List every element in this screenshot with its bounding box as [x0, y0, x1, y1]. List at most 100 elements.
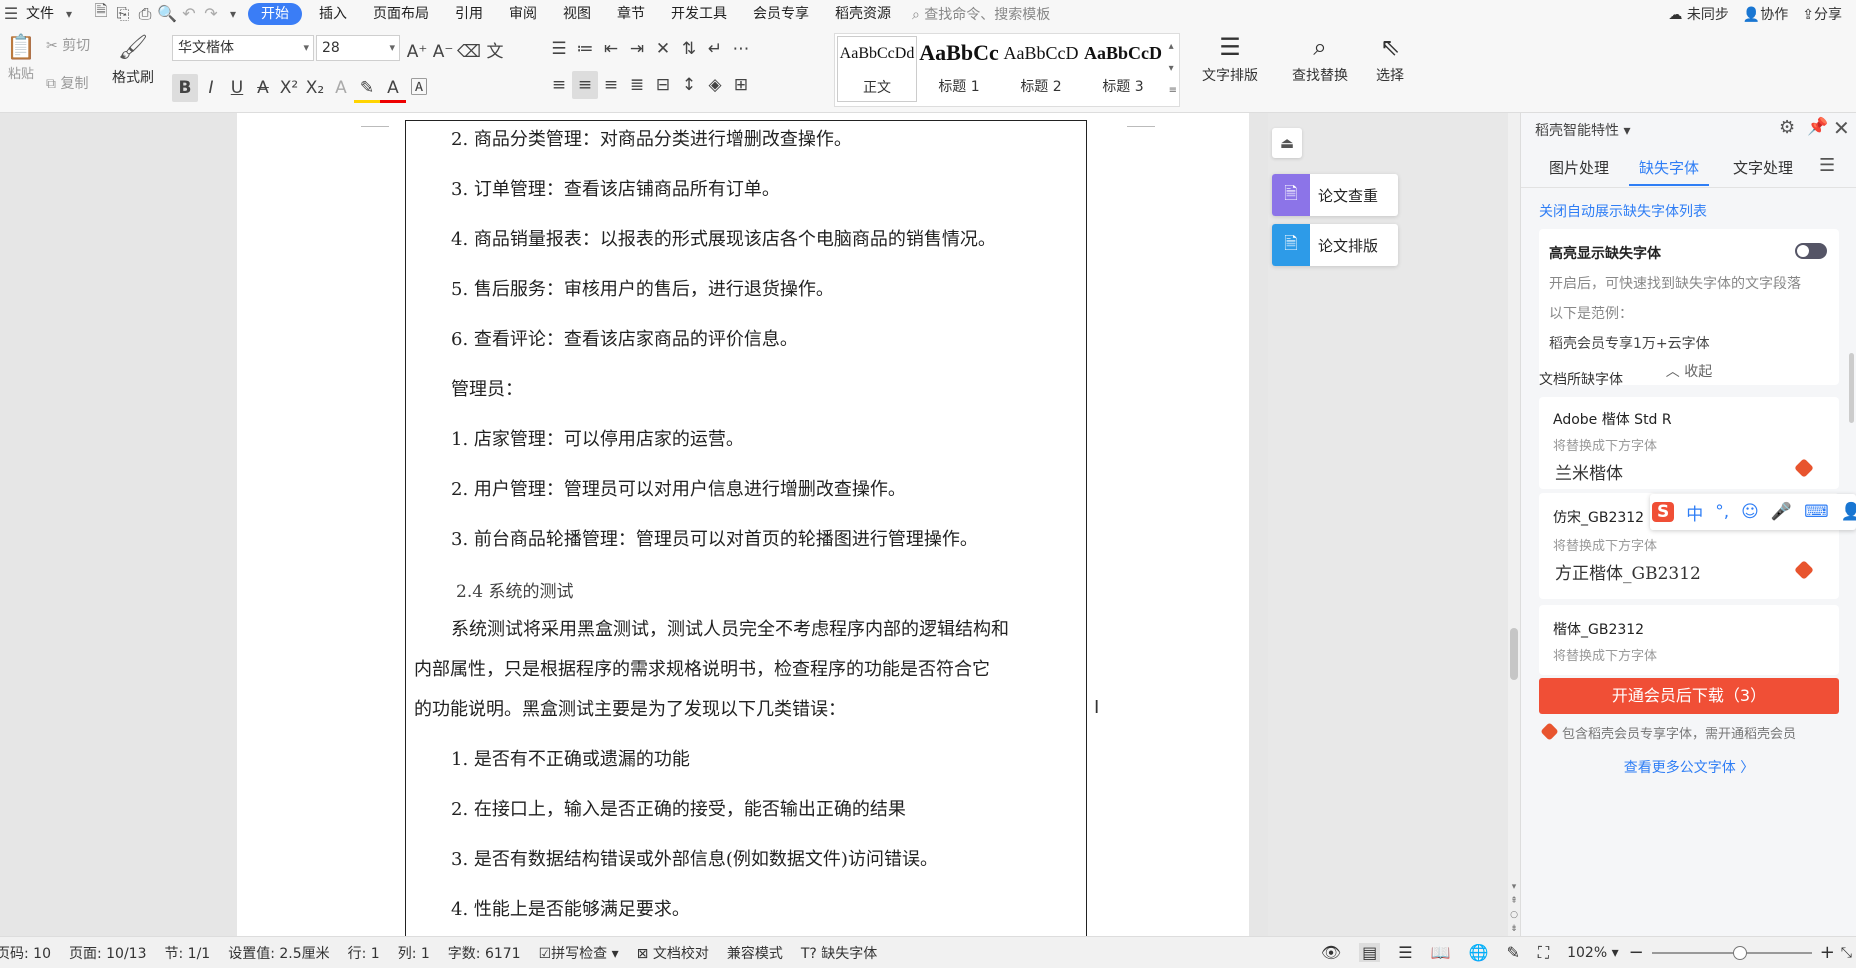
page-view-icon[interactable]: ▤ — [1359, 943, 1381, 962]
panel-expand-icon[interactable]: ⤡ — [1841, 945, 1852, 961]
style-heading-3[interactable]: AaBbCcD 标题 3 — [1083, 36, 1163, 102]
zoom-slider[interactable] — [1651, 945, 1812, 960]
command-search[interactable]: ⌕ 查找命令、搜索模板 — [912, 4, 1050, 24]
panel-title[interactable]: 稻壳智能特性 ▾ — [1535, 120, 1630, 140]
style-heading-1[interactable]: AaBbCc 标题 1 — [919, 36, 999, 102]
save-icon[interactable]: 🗎 — [90, 1, 112, 25]
more-fonts-link[interactable]: 查看更多公文字体 〉 — [1521, 757, 1856, 777]
close-auto-list-link[interactable]: 关闭自动展示缺失字体列表 — [1539, 201, 1707, 221]
underline-icon[interactable]: U — [224, 74, 250, 102]
outline-view-icon[interactable]: ☰ — [1398, 943, 1412, 962]
file-menu[interactable]: 文件 — [22, 3, 58, 25]
chinese-layout-icon[interactable]: ✕ — [650, 35, 676, 63]
tab-text-processing[interactable]: 文字处理 — [1733, 157, 1793, 178]
tab-page-layout[interactable]: 页面布局 — [360, 3, 442, 25]
tab-view[interactable]: 视图 — [550, 3, 604, 25]
page-code[interactable]: 页码: 10 — [0, 943, 51, 963]
zoom-in-icon[interactable]: + — [1820, 942, 1835, 963]
sync-status[interactable]: ☁ 未同步 — [1668, 4, 1728, 24]
export-pdf-icon[interactable]: ⎘ — [112, 3, 134, 25]
font-size-select[interactable]: 28 — [316, 35, 400, 61]
ime-toolbar[interactable]: S 中 °, ☺ 🎤 ⌨ 👤 — [1650, 494, 1856, 530]
format-painter-button[interactable]: 🖌 格式刷 — [108, 33, 158, 87]
highlight-toggle[interactable] — [1795, 243, 1827, 259]
show-marks-icon[interactable]: ↵ — [702, 35, 728, 63]
web-view-icon[interactable]: 🌐 — [1469, 943, 1489, 962]
distribute-icon[interactable]: ⊟ — [650, 71, 676, 99]
tab-developer[interactable]: 开发工具 — [658, 3, 740, 25]
ime-chinese-mode[interactable]: 中 — [1686, 500, 1703, 525]
tab-missing-fonts[interactable]: 缺失字体 — [1629, 157, 1710, 186]
missing-font-button[interactable]: T? 缺失字体 — [801, 943, 877, 963]
print-icon[interactable]: ⎙ — [134, 3, 156, 25]
document-page[interactable]: 2. 商品分类管理：对商品分类进行增删改查操作。 3. 订单管理：查看该店铺商品… — [237, 113, 1249, 936]
strikethrough-icon[interactable]: A — [250, 74, 276, 102]
phonetic-icon[interactable]: 文 — [482, 35, 508, 63]
highlight-icon[interactable]: ✎ — [354, 75, 380, 103]
menu-icon[interactable]: ☰ — [0, 3, 22, 25]
font-name-select[interactable]: 华文楷体 — [172, 35, 314, 61]
settings-icon[interactable]: ⚙ — [1779, 117, 1795, 138]
chevron-down-icon[interactable]: ▾ — [58, 3, 80, 25]
section-count[interactable]: 节: 1/1 — [165, 943, 211, 963]
font-card[interactable]: Adobe 楷体 Std R 将替换成下方字体 兰米楷体 — [1539, 397, 1839, 489]
justify-icon[interactable]: ≣ — [624, 71, 650, 99]
pin-icon[interactable]: 📌 — [1807, 117, 1828, 137]
keyboard-icon[interactable]: ⌨ — [1804, 502, 1829, 522]
doc-proof-button[interactable]: ⊠ 文档校对 — [637, 943, 709, 963]
style-heading-2[interactable]: AaBbCcD 标题 2 — [1001, 36, 1081, 102]
spell-check-button[interactable]: ☑拼写检查 ▾ — [539, 943, 619, 963]
grow-font-icon[interactable]: A⁺ — [404, 38, 430, 66]
tab-review[interactable]: 审阅 — [496, 3, 550, 25]
text-box[interactable]: 2. 商品分类管理：对商品分类进行增删改查操作。 3. 订单管理：查看该店铺商品… — [405, 120, 1087, 936]
collab-button[interactable]: 👤协作 — [1743, 4, 1788, 24]
char-border-icon[interactable]: 🄰 — [406, 71, 432, 99]
style-scroll[interactable]: ▴ ▾ ≡ — [1169, 36, 1177, 102]
collapse-tools-button[interactable]: ⏏ — [1272, 128, 1302, 158]
scroll-nav-icons[interactable]: ▾ ⇞ ○ ⇟ — [1508, 880, 1520, 936]
decrease-indent-icon[interactable]: ⇤ — [598, 35, 624, 63]
fit-page-icon[interactable]: ⛶ — [1538, 943, 1549, 963]
superscript-icon[interactable]: X² — [276, 74, 302, 102]
text-effect-icon[interactable]: A — [328, 74, 354, 102]
tab-chapter[interactable]: 章节 — [604, 3, 658, 25]
paper-layout-button[interactable]: 🗎 论文排版 — [1272, 224, 1398, 266]
document-scrollbar[interactable]: ▾ ⇞ ○ ⇟ — [1508, 113, 1520, 936]
tab-start[interactable]: 开始 — [248, 2, 302, 25]
text-layout-button[interactable]: ☰ 文字排版 — [1192, 33, 1268, 85]
font-color-icon[interactable]: A — [380, 75, 406, 103]
increase-indent-icon[interactable]: ⇥ — [624, 35, 650, 63]
clear-format-icon[interactable]: ⌫ — [456, 38, 482, 66]
sort-icon[interactable]: ⇅ — [676, 35, 702, 63]
print-preview-icon[interactable]: 🔍 — [156, 3, 178, 25]
emoji-icon[interactable]: ☺ — [1741, 502, 1759, 522]
download-button[interactable]: 开通会员后下载（3） — [1539, 678, 1839, 714]
setting-value[interactable]: 设置值: 2.5厘米 — [228, 943, 329, 963]
customize-icon[interactable]: ▾ — [222, 3, 244, 25]
eye-protection-icon[interactable]: 👁 — [1321, 943, 1341, 962]
zoom-slider-knob[interactable] — [1732, 945, 1747, 960]
shrink-font-icon[interactable]: A⁻ — [430, 38, 456, 66]
tab-insert[interactable]: 插入 — [306, 3, 360, 25]
paper-check-button[interactable]: 🗎 论文查重 — [1272, 174, 1398, 216]
more-menu-icon[interactable]: ☰ — [1819, 155, 1835, 176]
document-area[interactable]: 2. 商品分类管理：对商品分类进行增删改查操作。 3. 订单管理：查看该店铺商品… — [0, 113, 1268, 936]
cut-button[interactable]: ✂ 剪切 — [46, 35, 90, 55]
zoom-out-icon[interactable]: − — [1629, 942, 1644, 963]
border-icon[interactable]: ⊞ — [728, 71, 754, 99]
select-button[interactable]: ⇖ 选择 — [1364, 33, 1416, 85]
align-left-icon[interactable]: ≡ — [546, 71, 572, 99]
font-card[interactable]: 楷体_GB2312 将替换成下方字体 — [1539, 605, 1839, 675]
microphone-icon[interactable]: 🎤 — [1771, 502, 1792, 522]
shading-icon[interactable]: ◈ — [702, 71, 728, 99]
style-normal[interactable]: AaBbCcDd 正文 — [837, 36, 917, 102]
line-spacing-icon[interactable]: ↕ — [676, 71, 702, 99]
tab-image-processing[interactable]: 图片处理 — [1549, 157, 1609, 178]
redo-icon[interactable]: ↷ — [200, 3, 222, 25]
italic-icon[interactable]: I — [198, 74, 224, 102]
paste-button[interactable]: 📋 粘贴 — [4, 33, 38, 82]
find-replace-button[interactable]: ⌕ 查找替换 — [1282, 33, 1358, 85]
tab-references[interactable]: 引用 — [442, 3, 496, 25]
align-center-icon[interactable]: ≡ — [572, 71, 598, 99]
compat-mode[interactable]: 兼容模式 — [727, 943, 783, 963]
